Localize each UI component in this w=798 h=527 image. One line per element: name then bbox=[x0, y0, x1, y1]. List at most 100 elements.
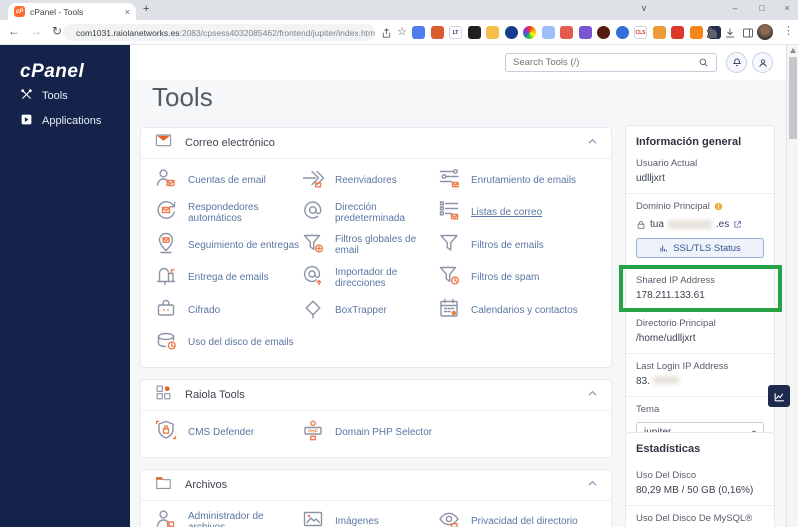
at-sign-icon bbox=[301, 198, 325, 227]
tool-uso-del-disco-de-emails[interactable]: Uso del disco de emails bbox=[154, 327, 301, 360]
privacy-eye-icon bbox=[437, 507, 461, 527]
minimize-button[interactable]: – bbox=[727, 3, 743, 13]
user-account-button[interactable] bbox=[752, 52, 773, 73]
line-chart-icon bbox=[774, 392, 784, 401]
downloads-icon[interactable] bbox=[724, 26, 736, 44]
section-header-archivos[interactable]: Archivos bbox=[141, 470, 611, 501]
autoresponder-icon bbox=[154, 198, 178, 227]
side-panel-icon[interactable] bbox=[742, 26, 754, 44]
tool-direccion-predeterminada[interactable]: Dirección predeterminada bbox=[301, 197, 437, 230]
page-title: Tools bbox=[152, 82, 213, 112]
ext-purple-cloud-icon[interactable] bbox=[578, 26, 592, 39]
tool-calendarios-y-contactos[interactable]: Calendarios y contactos bbox=[437, 294, 598, 327]
cpanel-logo: cPanel bbox=[20, 61, 85, 82]
ext-colorzilla-icon[interactable] bbox=[523, 26, 536, 39]
search-box[interactable] bbox=[505, 53, 717, 72]
chevron-up-icon[interactable] bbox=[587, 134, 598, 152]
current-user-row: Usuario Actual udlljxrt bbox=[626, 156, 774, 193]
page-scrollbar[interactable] bbox=[786, 45, 798, 527]
section-title: Correo electrónico bbox=[185, 137, 275, 149]
close-button[interactable]: × bbox=[779, 3, 795, 13]
primary-domain-row: Dominio Principal tua .es SSL/TLS Status bbox=[626, 193, 774, 267]
analytics-fab-button[interactable] bbox=[768, 385, 790, 407]
share-icon[interactable] bbox=[381, 26, 392, 44]
external-link-icon[interactable] bbox=[733, 220, 742, 229]
search-input[interactable] bbox=[513, 57, 694, 68]
stat-row-uso-del-disco: Uso Del Disco 80,29 MB / 50 GB (0,16%) bbox=[636, 470, 754, 496]
ext-cls-icon[interactable]: CLS bbox=[634, 26, 647, 39]
ext-dark-reader-icon[interactable] bbox=[467, 26, 481, 39]
browser-tab[interactable]: cP cPanel - Tools × bbox=[8, 3, 136, 20]
section-grid: Administrador de archivosImágenesPrivaci… bbox=[141, 501, 611, 527]
profile-avatar[interactable] bbox=[757, 24, 773, 40]
tab-search-icon[interactable]: ∨ bbox=[636, 3, 652, 14]
back-icon[interactable]: ← bbox=[8, 24, 20, 38]
tool-imagenes[interactable]: Imágenes bbox=[301, 506, 437, 527]
stats-panel-title: Estadísticas bbox=[636, 443, 701, 455]
shield-lock-icon bbox=[154, 418, 178, 447]
ssl-tls-status-button[interactable]: SSL/TLS Status bbox=[636, 238, 764, 258]
scrollbar-thumb[interactable] bbox=[789, 57, 797, 139]
shared-ip-row: Shared IP Address 178.211.133.61 bbox=[619, 265, 782, 312]
search-icon bbox=[699, 58, 708, 67]
notifications-bell-button[interactable] bbox=[726, 52, 747, 73]
ext-orange-pen-icon[interactable] bbox=[652, 26, 666, 39]
forwarders-icon bbox=[301, 166, 325, 195]
bookmark-star-icon[interactable]: ☆ bbox=[397, 25, 407, 38]
app-header bbox=[130, 45, 786, 80]
at-import-icon bbox=[301, 263, 325, 292]
ext-blue-target-icon[interactable] bbox=[615, 26, 629, 39]
tool-enrutamiento-de-emails[interactable]: Enrutamiento de emails bbox=[437, 164, 598, 197]
tab-title: cPanel - Tools bbox=[30, 6, 84, 17]
funnel-plus-icon bbox=[301, 231, 325, 260]
ext-red-shape-icon[interactable] bbox=[671, 26, 684, 39]
tool-seguimiento-de-entregas[interactable]: Seguimiento de entregas bbox=[154, 229, 301, 262]
browser-menu-icon[interactable]: ⋮ bbox=[783, 24, 794, 37]
chevron-up-icon[interactable] bbox=[587, 476, 598, 494]
tool-cifrado[interactable]: Cifrado bbox=[154, 294, 301, 327]
ext-calculator-icon[interactable] bbox=[560, 26, 573, 39]
section-header-correo-electronico[interactable]: Correo electrónico bbox=[141, 128, 611, 159]
maximize-button[interactable]: □ bbox=[754, 3, 770, 13]
mailbox-icon bbox=[154, 263, 178, 292]
extensions-strip: LTCLSA bbox=[412, 26, 721, 39]
section-grid: CMS Defender PHP Domain PHP Selector bbox=[141, 411, 611, 457]
scroll-up-arrow-icon[interactable] bbox=[790, 48, 796, 53]
php-icon: PHP bbox=[301, 418, 325, 447]
tool-filtros-de-emails[interactable]: Filtros de emails bbox=[437, 229, 598, 262]
extensions-puzzle-icon[interactable] bbox=[706, 26, 718, 44]
tool-cuentas-de-email[interactable]: Cuentas de email bbox=[154, 164, 301, 197]
tool-cms-defender[interactable]: CMS Defender bbox=[154, 416, 301, 449]
new-tab-button[interactable]: + bbox=[143, 3, 149, 15]
ext-video-player-icon[interactable] bbox=[504, 26, 518, 39]
chevron-up-icon[interactable] bbox=[587, 386, 598, 404]
domain-line: tua .es bbox=[636, 219, 764, 230]
ext-keepa-icon[interactable] bbox=[486, 26, 499, 39]
tool-respondedores-automaticos[interactable]: Respondedores automáticos bbox=[154, 197, 301, 230]
cpanel-sidebar: cPanel Tools Applications bbox=[0, 45, 130, 527]
tool-privacidad-del-directorio[interactable]: Privacidad del directorio bbox=[437, 506, 598, 527]
url-bar[interactable]: com1031.raiolanetworks.es:2083/cpsess403… bbox=[63, 24, 375, 41]
tool-reenviadores[interactable]: Reenviadores bbox=[301, 164, 437, 197]
ext-dark-maroon-icon[interactable] bbox=[597, 26, 610, 39]
tool-boxtrapper[interactable]: BoxTrapper bbox=[301, 294, 437, 327]
ext-metamask-fox-icon[interactable] bbox=[689, 26, 703, 39]
tool-listas-de-correo[interactable]: Listas de correo bbox=[437, 197, 598, 230]
tool-filtros-globales-de-email[interactable]: Filtros globales de email bbox=[301, 229, 437, 262]
sidebar-item-tools[interactable]: Tools bbox=[20, 83, 130, 108]
ext-languagetool-icon[interactable]: LT bbox=[449, 26, 462, 39]
section-header-raiola-tools[interactable]: Raiola Tools bbox=[141, 380, 611, 411]
reload-icon[interactable]: ↻ bbox=[52, 24, 62, 38]
ext-orange-stylus-icon[interactable] bbox=[430, 26, 444, 39]
tool-filtros-de-spam[interactable]: Filtros de spam bbox=[437, 262, 598, 295]
ext-lightblue-icon[interactable] bbox=[541, 26, 555, 39]
forward-icon[interactable]: → bbox=[30, 24, 42, 38]
tool-domain-php-selector[interactable]: PHP Domain PHP Selector bbox=[301, 416, 437, 449]
track-delivery-icon bbox=[154, 231, 178, 260]
ext-blue-collection-icon[interactable] bbox=[412, 26, 425, 39]
tool-importador-de-direcciones[interactable]: Importador de direcciones bbox=[301, 262, 437, 295]
tab-close-icon[interactable]: × bbox=[125, 7, 130, 17]
tool-administrador-de-archivos[interactable]: Administrador de archivos bbox=[154, 506, 301, 527]
tool-entrega-de-emails[interactable]: Entrega de emails bbox=[154, 262, 301, 295]
sidebar-item-applications[interactable]: Applications bbox=[20, 108, 130, 133]
